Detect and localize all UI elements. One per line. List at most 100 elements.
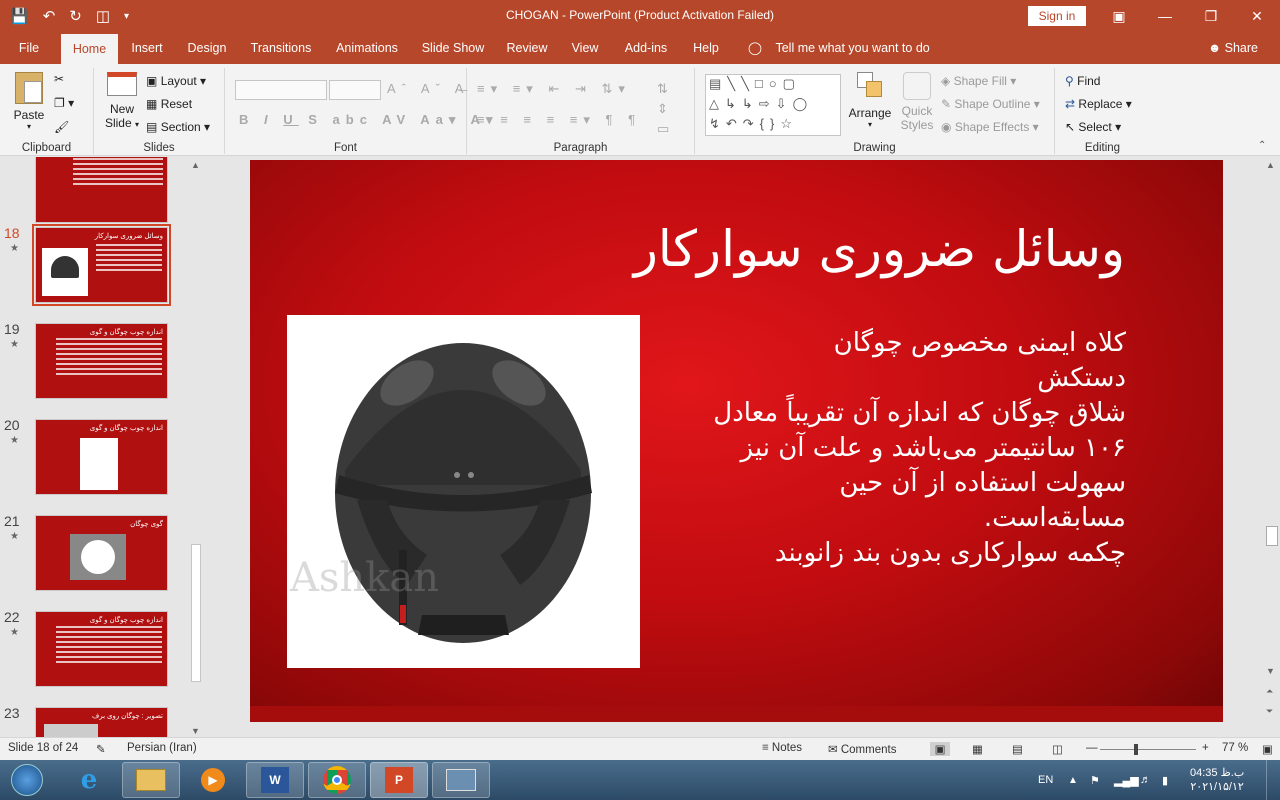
slide-sorter-icon[interactable]: ▦ bbox=[972, 742, 983, 756]
quick-styles-button[interactable]: Quick Styles bbox=[897, 72, 937, 132]
scroll-down-icon[interactable]: ▼ bbox=[191, 726, 200, 736]
comments-button[interactable]: ✉ Comments bbox=[828, 742, 896, 756]
align-text-icon[interactable]: ⇕ bbox=[657, 101, 674, 117]
zoom-slider[interactable] bbox=[1100, 744, 1196, 755]
undo-icon[interactable]: ↶ bbox=[43, 7, 56, 25]
chrome-icon[interactable] bbox=[308, 762, 366, 798]
new-slide-button[interactable]: New Slide ▾ bbox=[102, 72, 142, 130]
reset-button[interactable]: ▦ Reset bbox=[146, 97, 192, 111]
volume-icon[interactable]: ♬ bbox=[1140, 760, 1151, 800]
slide-thumbnail-22[interactable]: اندازه چوب چوگان و گوی bbox=[35, 611, 168, 687]
network-icon[interactable]: ▂▄▆ bbox=[1114, 760, 1139, 800]
slide-scrollbar[interactable]: ▲ ▼ ⏶ ⏷ bbox=[1264, 160, 1280, 736]
tab-animations[interactable]: Animations bbox=[330, 32, 404, 64]
slide-thumbnail-18[interactable]: وسائل ضروری سوارکار bbox=[32, 224, 171, 306]
language-indicator[interactable]: Persian (Iran) bbox=[127, 742, 197, 754]
tab-view[interactable]: View bbox=[565, 32, 605, 64]
tab-transitions[interactable]: Transitions bbox=[245, 32, 317, 64]
tab-slide-show[interactable]: Slide Show bbox=[418, 32, 488, 64]
share-button[interactable]: ☻ Share bbox=[1208, 32, 1258, 64]
tab-insert[interactable]: Insert bbox=[124, 32, 170, 64]
show-desktop-button[interactable] bbox=[1266, 760, 1280, 800]
reading-view-icon[interactable]: ▤ bbox=[1012, 742, 1023, 756]
alignment-buttons[interactable]: ≡ ≡ ≡ ≡ ≡▾ ¶ ¶ bbox=[477, 112, 641, 128]
slide-body-text[interactable]: کلاه ایمنی مخصوص چوگان دستکش شلاق چوگان … bbox=[706, 326, 1126, 571]
thumbnail-scrollbar[interactable]: ▲ ▼ bbox=[189, 160, 203, 736]
arrange-button[interactable]: Arrange ▾ bbox=[845, 72, 895, 129]
action-center-icon[interactable]: ⚑ bbox=[1090, 760, 1100, 800]
redo-icon[interactable]: ↻ bbox=[69, 7, 82, 25]
zoom-out-button[interactable]: — bbox=[1086, 742, 1098, 754]
sign-in-button[interactable]: Sign in bbox=[1028, 6, 1086, 26]
shapes-row-1[interactable]: ▤╲╲□○▢ bbox=[709, 76, 801, 92]
slide-canvas[interactable]: وسائل ضروری سوارکار Ashkan کلاه ایمنی مخ… bbox=[250, 160, 1223, 722]
section-button[interactable]: ▤ Section ▾ bbox=[146, 120, 210, 134]
scroll-down-icon[interactable]: ▼ bbox=[1266, 666, 1275, 676]
minimize-button[interactable]: — bbox=[1142, 0, 1188, 32]
word-icon[interactable]: W bbox=[246, 762, 304, 798]
collapse-ribbon-icon[interactable]: ⌃ bbox=[1258, 140, 1266, 151]
maximize-button[interactable]: ❐ bbox=[1188, 0, 1234, 32]
clock[interactable]: 04:35 ب.ظ ۲۰۲۱/۱۵/۱۲ bbox=[1190, 760, 1244, 800]
font-format-buttons[interactable]: B I U S abc AV Aa▾ A▾ bbox=[239, 112, 498, 128]
scroll-up-icon[interactable]: ▲ bbox=[1266, 160, 1275, 170]
powerpoint-icon[interactable]: P bbox=[370, 762, 428, 798]
shape-outline-button[interactable]: ✎ Shape Outline ▾ bbox=[941, 97, 1040, 111]
save-icon[interactable]: 💾 bbox=[10, 7, 29, 25]
ribbon-display-options-icon[interactable]: ▣ bbox=[1096, 0, 1142, 32]
zoom-level[interactable]: 77 % bbox=[1222, 742, 1248, 754]
tab-file[interactable]: File bbox=[8, 32, 50, 64]
list-buttons[interactable]: ≡▾ ≡▾ ⇤ ⇥ ⇅▾ bbox=[477, 81, 631, 97]
tab-design[interactable]: Design bbox=[183, 32, 231, 64]
select-button[interactable]: ↖ Select ▾ bbox=[1065, 120, 1121, 134]
paste-button[interactable]: Paste ▾ bbox=[10, 72, 48, 131]
shape-effects-button[interactable]: ◉ Shape Effects ▾ bbox=[941, 120, 1039, 134]
photo-viewer-icon[interactable] bbox=[432, 762, 490, 798]
close-button[interactable]: ✕ bbox=[1234, 0, 1280, 32]
layout-button[interactable]: ▣ Layout ▾ bbox=[146, 74, 206, 88]
scroll-up-icon[interactable]: ▲ bbox=[191, 160, 200, 170]
format-painter-button[interactable]: 🖌 bbox=[54, 120, 69, 134]
slide-thumbnail-19[interactable]: اندازه چوب چوگان و گوی bbox=[35, 323, 168, 399]
font-name-combo[interactable] bbox=[235, 80, 327, 100]
input-language[interactable]: EN bbox=[1038, 760, 1053, 800]
tell-me-search[interactable]: ◯ Tell me what you want to do bbox=[748, 32, 930, 64]
cut-button[interactable]: ✂ bbox=[54, 72, 64, 86]
show-hidden-icons[interactable]: ▲ bbox=[1068, 760, 1078, 800]
slide-thumbnail-23[interactable]: تصویر : چوگان روی برف bbox=[35, 707, 168, 737]
start-slideshow-icon[interactable]: ◫ bbox=[96, 7, 110, 25]
tab-home[interactable]: Home bbox=[61, 34, 118, 64]
file-explorer-icon[interactable] bbox=[122, 762, 180, 798]
font-size-buttons[interactable]: Aˆ Aˇ A̶ bbox=[387, 81, 469, 96]
shapes-row-3[interactable]: ↯↶↷{}☆ bbox=[709, 116, 798, 132]
fit-slide-icon[interactable]: ▣ bbox=[1262, 742, 1273, 756]
tab-review[interactable]: Review bbox=[502, 32, 552, 64]
internet-explorer-icon[interactable]: e bbox=[60, 762, 118, 798]
spelling-icon[interactable]: ✎ bbox=[96, 742, 106, 756]
slide-thumbnail-20[interactable]: اندازه چوب چوگان و گوی bbox=[35, 419, 168, 495]
smartart-icon[interactable]: ▭ bbox=[657, 121, 675, 137]
shapes-row-2[interactable]: △↳↳⇨⇩◯ bbox=[709, 96, 813, 112]
slide-thumbnail-17[interactable] bbox=[35, 157, 168, 223]
media-player-icon[interactable]: ▶ bbox=[184, 762, 242, 798]
normal-view-icon[interactable]: ▣ bbox=[930, 742, 950, 756]
slideshow-view-icon[interactable]: ◫ bbox=[1052, 742, 1063, 756]
shape-fill-button[interactable]: ◈ Shape Fill ▾ bbox=[941, 74, 1016, 88]
next-slide-icon[interactable]: ⏷ bbox=[1266, 706, 1273, 717]
slide-title[interactable]: وسائل ضروری سوارکار bbox=[634, 220, 1125, 278]
tab-add-ins[interactable]: Add-ins bbox=[618, 32, 674, 64]
slide-thumbnail-21[interactable]: گوی چوگان bbox=[35, 515, 168, 591]
scrollbar-thumb[interactable] bbox=[191, 544, 201, 682]
font-size-combo[interactable] bbox=[329, 80, 381, 100]
zoom-slider-thumb[interactable] bbox=[1134, 744, 1138, 755]
zoom-in-button[interactable]: + bbox=[1202, 742, 1209, 754]
scrollbar-thumb[interactable] bbox=[1266, 526, 1278, 546]
helmet-image[interactable] bbox=[287, 315, 640, 668]
start-button[interactable] bbox=[2, 762, 52, 798]
previous-slide-icon[interactable]: ⏶ bbox=[1266, 686, 1273, 697]
power-icon[interactable]: ▮ bbox=[1162, 760, 1168, 800]
customize-qat-icon[interactable]: ▾ bbox=[124, 11, 129, 22]
find-button[interactable]: ⚲ Find bbox=[1065, 74, 1100, 88]
replace-button[interactable]: ⇄ Replace ▾ bbox=[1065, 97, 1132, 111]
copy-button[interactable]: ❐ ▾ bbox=[54, 96, 74, 110]
